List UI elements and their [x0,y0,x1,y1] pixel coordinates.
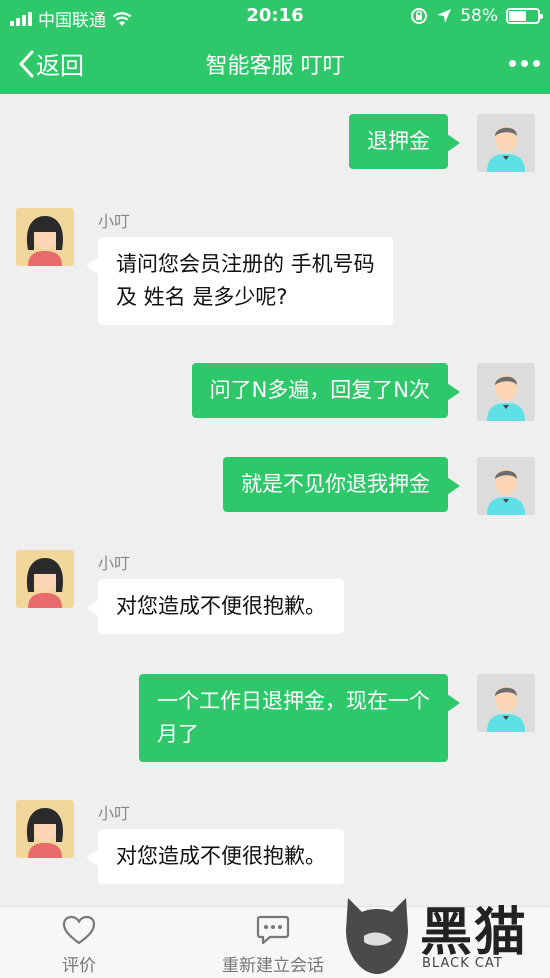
black-cat-logo-icon [346,898,408,974]
battery-percent: 58% [460,6,498,26]
more-icon[interactable] [509,60,540,67]
watermark-logo: 黑猫 BLACK CAT [342,890,542,976]
watermark-subtext: BLACK CAT [422,956,503,971]
message-text: 月了 [157,722,199,746]
nav-bar: 返回 智能客服 叮叮 [0,32,550,94]
chat-area[interactable]: 退押金 小叮 请问您会员注册的 手机号码 及 姓名 是多少呢? 问了N多遍，回复… [0,94,550,906]
bot-avatar-icon [16,208,74,266]
watermark-text: 黑猫 [420,903,529,963]
message-text: 请问您会员注册的 手机号码 [116,252,375,276]
message-bubble-outgoing: 问了N多遍，回复了N次 [191,363,461,418]
bot-avatar[interactable] [16,550,74,608]
status-bar: 中国联通 20:16 58% [0,0,550,32]
message-bubble-outgoing: 一个工作日退押金，现在一个 月了 [139,674,460,762]
user-avatar-icon [477,674,535,732]
message-text: 退押金 [367,129,430,153]
message-text: 及 姓名 是多少呢? [116,285,288,309]
user-avatar-icon [477,457,535,515]
battery-icon [506,8,543,24]
bot-name: 小叮 [98,212,131,231]
user-avatar[interactable] [477,457,535,515]
bot-avatar[interactable] [16,208,74,266]
restart-label: 重新建立会话 [222,956,324,976]
bot-avatar[interactable] [16,800,74,858]
message-text: 一个工作日退押金，现在一个 [157,689,430,713]
message-text: 对您造成不便很抱歉。 [116,844,326,868]
bot-name: 小叮 [98,554,131,573]
message-text: 就是不见你退我押金 [241,472,430,496]
message-bubble-incoming: 对您造成不便很抱歉。 [86,579,344,634]
message-bubble-outgoing: 退押金 [349,114,460,169]
message-text: 问了N多遍，回复了N次 [209,378,430,402]
orientation-lock-icon [411,8,428,24]
message-bubble-incoming: 对您造成不便很抱歉。 [86,829,344,884]
message-bubble-outgoing: 就是不见你退我押金 [223,457,460,512]
bot-avatar-icon [16,800,74,858]
rate-button[interactable]: 评价 [62,915,96,976]
user-avatar[interactable] [477,363,535,421]
location-icon [437,9,452,23]
user-avatar-icon [477,114,535,172]
status-right: 58% [410,6,543,26]
rate-label: 评价 [62,956,96,976]
chat-bubble-icon [256,915,290,945]
bot-name: 小叮 [98,804,131,823]
message-bubble-incoming: 请问您会员注册的 手机号码 及 姓名 是多少呢? [86,237,393,325]
user-avatar[interactable] [477,674,535,732]
restart-session-button[interactable]: 重新建立会话 [222,915,324,976]
battery-fill [509,11,527,21]
user-avatar-icon [477,363,535,421]
bot-avatar-icon [16,550,74,608]
heart-icon [62,915,96,945]
user-avatar[interactable] [477,114,535,172]
message-text: 对您造成不便很抱歉。 [116,594,326,618]
page-title: 智能客服 叮叮 [205,54,345,79]
